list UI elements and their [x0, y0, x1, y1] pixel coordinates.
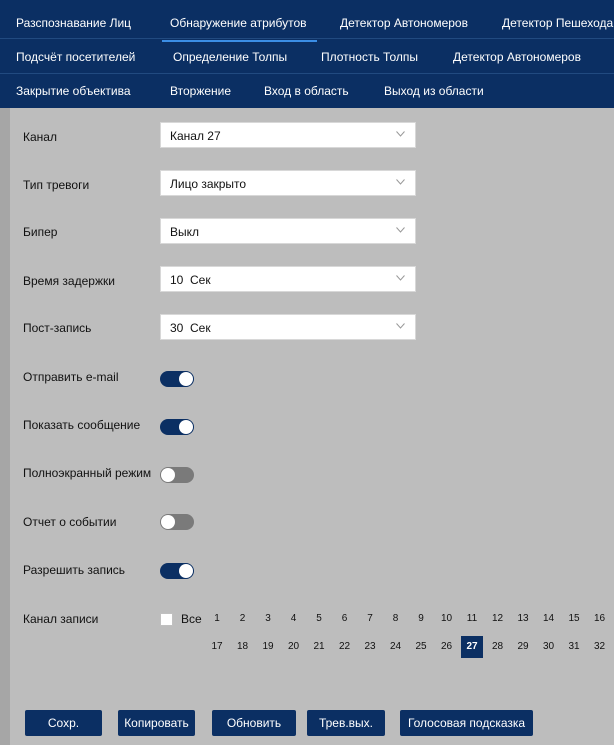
chevron-down-icon	[396, 227, 405, 233]
tab-crowd-detection[interactable]: Определение Толпы	[173, 40, 287, 76]
channel-select[interactable]: Канал 27	[160, 122, 416, 148]
record-channel-label: Канал записи	[23, 612, 99, 626]
channel-number[interactable]: 7	[359, 608, 381, 630]
save-button[interactable]: Сохр.	[25, 710, 102, 736]
channel-number[interactable]: 31	[563, 636, 585, 658]
channel-number[interactable]: 27	[461, 636, 483, 658]
buzzer-label: Бипер	[23, 225, 58, 239]
refresh-button[interactable]: Обновить	[212, 710, 296, 736]
alarm-type-label: Тип тревоги	[23, 178, 90, 192]
post-record-label: Пост-запись	[23, 321, 92, 335]
channel-number[interactable]: 17	[206, 636, 228, 658]
channel-number[interactable]: 5	[308, 608, 330, 630]
channel-number[interactable]: 15	[563, 608, 585, 630]
alarm-type-select[interactable]: Лицо закрыто	[160, 170, 416, 196]
toggle-knob	[179, 420, 193, 434]
channel-number[interactable]: 14	[538, 608, 560, 630]
channel-number[interactable]: 6	[334, 608, 356, 630]
toggle-knob	[161, 468, 175, 482]
channel-number[interactable]: 20	[283, 636, 305, 658]
select-all-checkbox[interactable]	[160, 613, 173, 626]
function-tabs: Разспознавание Лиц Обнаружение атрибутов…	[0, 0, 614, 108]
channel-number[interactable]: 18	[232, 636, 254, 658]
channel-number[interactable]: 16	[589, 608, 611, 630]
chevron-down-icon	[396, 323, 405, 329]
fullscreen-toggle[interactable]	[160, 467, 194, 483]
delay-value: 10 Сек	[170, 273, 211, 287]
tab-area-enter[interactable]: Вход в область	[264, 74, 349, 108]
tab-area-exit[interactable]: Выход из области	[384, 74, 484, 108]
channel-number[interactable]: 13	[512, 608, 534, 630]
channel-number[interactable]: 30	[538, 636, 560, 658]
channel-value: Канал 27	[170, 129, 221, 143]
channel-number[interactable]: 3	[257, 608, 279, 630]
show-message-toggle[interactable]	[160, 419, 194, 435]
toggle-knob	[179, 372, 193, 386]
channel-number[interactable]: 19	[257, 636, 279, 658]
voice-prompt-button[interactable]: Голосовая подсказка	[400, 710, 533, 736]
tab-intrusion[interactable]: Вторжение	[170, 74, 231, 108]
channel-number[interactable]: 9	[410, 608, 432, 630]
chevron-down-icon	[396, 131, 405, 137]
settings-panel: Канал Канал 27 Тип тревоги Лицо закрыто …	[10, 108, 614, 745]
channel-number[interactable]: 25	[410, 636, 432, 658]
delay-select[interactable]: 10 Сек	[160, 266, 416, 292]
tab-attribute-detection[interactable]: Обнаружение атрибутов	[162, 6, 317, 42]
send-email-toggle[interactable]	[160, 371, 194, 387]
channel-number[interactable]: 23	[359, 636, 381, 658]
tab-people-counting[interactable]: Подсчёт посетителей	[16, 40, 135, 76]
toggle-knob	[161, 515, 175, 529]
show-message-label: Показать сообщение	[23, 418, 141, 432]
alarm-type-value: Лицо закрыто	[170, 177, 247, 191]
event-report-label: Отчет о событии	[23, 515, 117, 529]
nav-row-1: Разспознавание Лиц Обнаружение атрибутов…	[0, 6, 614, 42]
post-record-select[interactable]: 30 Сек	[160, 314, 416, 340]
channel-label: Канал	[23, 130, 57, 144]
allow-record-toggle[interactable]	[160, 563, 194, 579]
toggle-knob	[179, 564, 193, 578]
select-all-label: Все	[181, 612, 202, 626]
tab-plate-detector-2[interactable]: Детектор Автономеров	[453, 40, 581, 76]
post-record-value: 30 Сек	[170, 321, 211, 335]
alarm-out-button[interactable]: Трев.вых.	[307, 710, 385, 736]
tab-crowd-density[interactable]: Плотность Толпы	[321, 40, 418, 76]
nav-row-3: Закрытие объектива Вторжение Вход в обла…	[0, 74, 614, 108]
channel-number[interactable]: 21	[308, 636, 330, 658]
nav-divider	[0, 38, 614, 39]
event-report-toggle[interactable]	[160, 514, 194, 530]
channel-number[interactable]: 26	[436, 636, 458, 658]
channel-number[interactable]: 29	[512, 636, 534, 658]
channel-number[interactable]: 28	[487, 636, 509, 658]
channel-number[interactable]: 32	[589, 636, 611, 658]
nav-row-2: Подсчёт посетителей Определение Толпы Пл…	[0, 40, 614, 76]
allow-record-label: Разрешить запись	[23, 563, 126, 577]
tab-pedestrian-detector[interactable]: Детектор Пешехода	[502, 6, 613, 42]
delay-label: Время задержки	[23, 274, 115, 288]
chevron-down-icon	[396, 179, 405, 185]
tab-plate-detector[interactable]: Детектор Автономеров	[340, 6, 468, 42]
send-email-label: Отправить e-mail	[23, 370, 119, 384]
channel-number[interactable]: 24	[385, 636, 407, 658]
channel-number[interactable]: 8	[385, 608, 407, 630]
copy-button[interactable]: Копировать	[118, 710, 195, 736]
channel-number[interactable]: 10	[436, 608, 458, 630]
channel-number[interactable]: 2	[232, 608, 254, 630]
channel-number[interactable]: 11	[461, 608, 483, 630]
channel-number[interactable]: 1	[206, 608, 228, 630]
channel-number[interactable]: 12	[487, 608, 509, 630]
fullscreen-label: Полноэкранный режим	[23, 466, 152, 480]
channel-number[interactable]: 4	[283, 608, 305, 630]
buzzer-value: Выкл	[170, 225, 200, 239]
channel-number[interactable]: 22	[334, 636, 356, 658]
tab-lens-cover[interactable]: Закрытие объектива	[16, 74, 131, 108]
chevron-down-icon	[396, 275, 405, 281]
tab-face-recognition[interactable]: Разспознавание Лиц	[16, 6, 131, 42]
buzzer-select[interactable]: Выкл	[160, 218, 416, 244]
